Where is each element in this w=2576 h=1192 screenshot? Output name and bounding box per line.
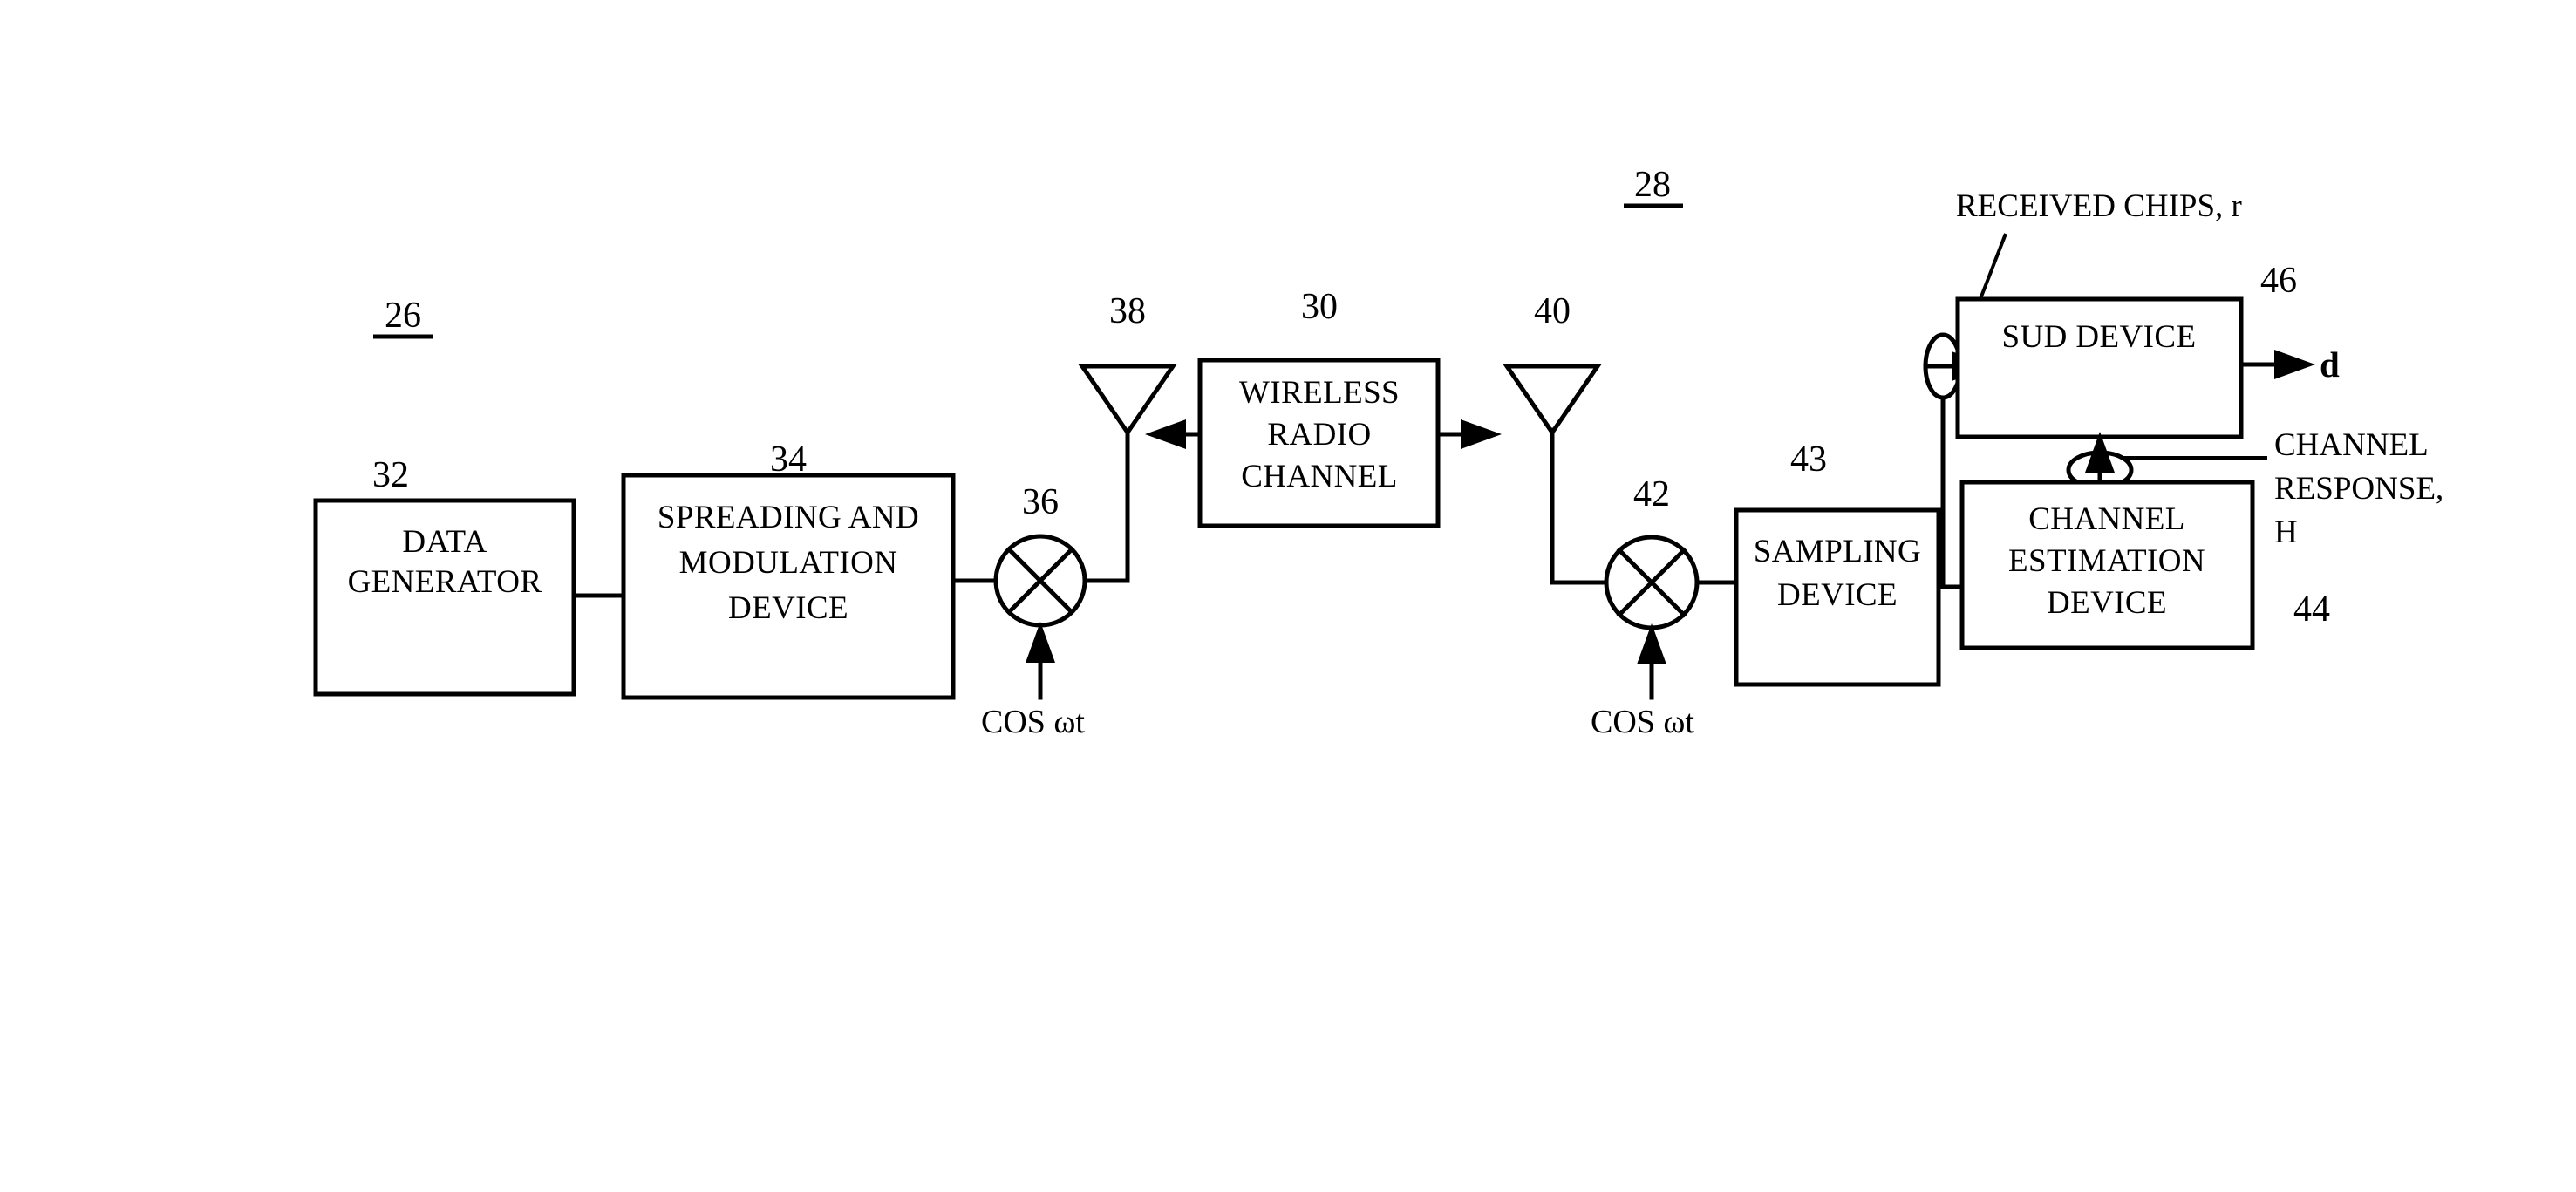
wireless-channel-label-line-3: CHANNEL: [1241, 459, 1398, 494]
received-chips-label: RECEIVED CHIPS, r: [1956, 188, 2242, 224]
component-tx-mixer[interactable]: [993, 534, 1087, 628]
block-wireless-radio-channel[interactable]: WIRELESS RADIO CHANNEL: [1197, 358, 1441, 528]
wireless-channel-label-line-1: WIRELESS: [1239, 375, 1400, 411]
tx-carrier-label: COS ωt: [981, 704, 1085, 740]
rx-carrier-label: COS ωt: [1591, 704, 1694, 740]
sampling-device-label-line-2: DEVICE: [1777, 577, 1898, 613]
block-diagram-svg: 26 DATA GENERATOR 32 SPREADING AND MODUL…: [0, 0, 2576, 1192]
spreading-modulation-label-line-1: SPREADING AND: [658, 500, 919, 535]
sampling-device-ref-number: 43: [1790, 439, 1827, 480]
data-generator-ref-number: 32: [372, 455, 409, 495]
data-generator-label-line-1: DATA: [402, 524, 487, 560]
spreading-modulation-label-line-2: MODULATION: [679, 545, 898, 581]
rx-mixer-ref-number: 42: [1633, 474, 1670, 514]
block-channel-estimation-device[interactable]: CHANNEL ESTIMATION DEVICE: [1959, 480, 2255, 650]
channel-response-label-line-1: CHANNEL: [2274, 427, 2429, 463]
data-generator-label-line-2: GENERATOR: [348, 564, 542, 600]
sampling-device-label-line-1: SAMPLING: [1754, 534, 1921, 569]
tx-antenna-ref-number: 38: [1109, 291, 1146, 331]
rx-antenna-ref-number: 40: [1534, 291, 1571, 331]
channel-response-label-line-3: H: [2274, 514, 2298, 550]
channel-estimation-label-line-2: ESTIMATION: [2008, 543, 2205, 579]
component-rx-mixer[interactable]: [1604, 535, 1700, 630]
channel-estimation-ref-number: 44: [2293, 589, 2330, 630]
channel-response-label-line-2: RESPONSE,: [2274, 471, 2443, 507]
block-data-generator[interactable]: DATA GENERATOR: [313, 498, 576, 697]
block-sampling-device[interactable]: SAMPLING DEVICE: [1734, 507, 1941, 687]
sud-device-label: SUD DEVICE: [2002, 319, 2197, 355]
block-spreading-modulation[interactable]: SPREADING AND MODULATION DEVICE: [621, 473, 956, 700]
sud-device-ref-number: 46: [2260, 261, 2297, 301]
tx-mixer-ref-number: 36: [1022, 482, 1059, 522]
wireless-channel-ref-number: 30: [1301, 287, 1338, 327]
channel-estimation-label-line-3: DEVICE: [2047, 585, 2167, 621]
channel-estimation-label-line-1: CHANNEL: [2028, 501, 2185, 537]
block-sud-device[interactable]: SUD DEVICE: [1955, 296, 2244, 439]
receiver-ref-number: 28: [1634, 165, 1671, 205]
spreading-modulation-label-line-3: DEVICE: [728, 590, 848, 626]
wireless-channel-label-line-2: RADIO: [1267, 417, 1371, 453]
transmitter-ref-number: 26: [385, 296, 421, 336]
patent-figure: 26 DATA GENERATOR 32 SPREADING AND MODUL…: [0, 0, 2576, 1192]
spreading-modulation-ref-number: 34: [770, 439, 807, 480]
output-symbol-d: d: [2320, 344, 2340, 385]
